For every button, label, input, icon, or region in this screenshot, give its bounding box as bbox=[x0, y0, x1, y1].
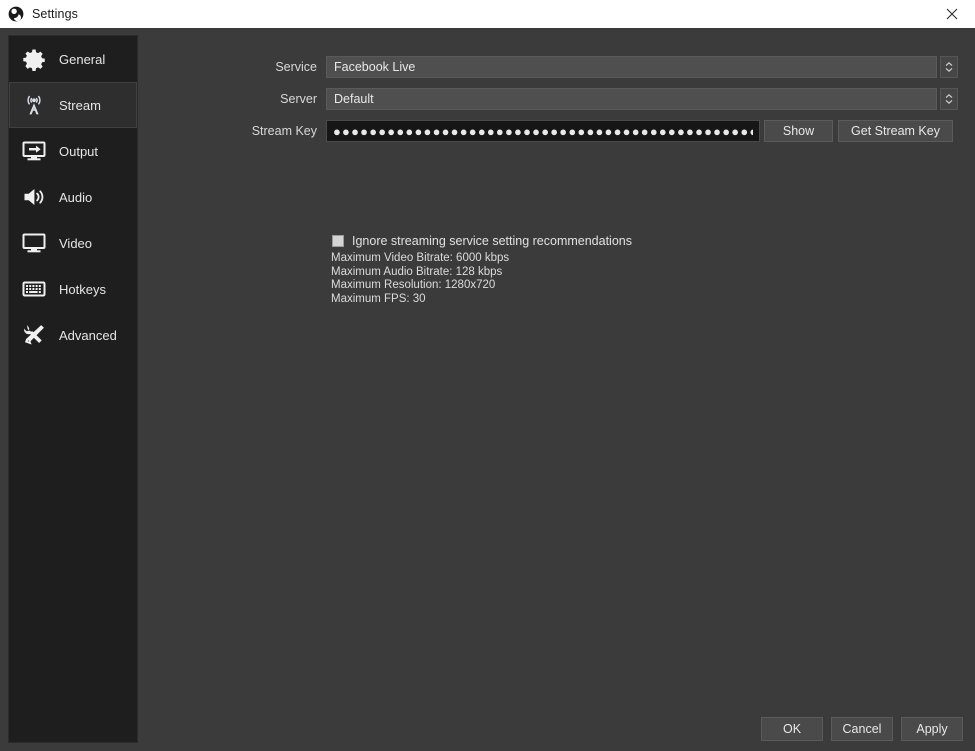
limit-line: Maximum FPS: 30 bbox=[331, 293, 509, 307]
chevron-up-down-icon[interactable] bbox=[940, 56, 958, 78]
sidebar-item-label: General bbox=[59, 52, 105, 67]
obs-logo-icon bbox=[8, 6, 24, 22]
limit-line: Maximum Audio Bitrate: 128 kbps bbox=[331, 266, 509, 280]
sidebar-item-label: Video bbox=[59, 236, 92, 251]
title-bar: Settings bbox=[0, 0, 975, 28]
ok-button[interactable]: OK bbox=[761, 717, 823, 741]
sidebar-item-video[interactable]: Video bbox=[9, 220, 137, 266]
keyboard-icon bbox=[19, 274, 49, 304]
ignore-recommendations-row[interactable]: Ignore streaming service setting recomme… bbox=[332, 234, 632, 248]
stream-key-value: ●●●●●●●●●●●●●●●●●●●●●●●●●●●●●●●●●●●●●●●●… bbox=[333, 125, 753, 138]
sidebar-item-general[interactable]: General bbox=[9, 36, 137, 82]
settings-sidebar: General Stream bbox=[8, 35, 138, 743]
gear-icon bbox=[19, 44, 49, 74]
stream-key-label: Stream Key bbox=[146, 124, 326, 138]
sidebar-item-advanced[interactable]: Advanced bbox=[9, 312, 137, 358]
stream-settings-panel: Service Facebook Live Server Default bbox=[146, 35, 967, 743]
monitor-arrow-icon bbox=[19, 136, 49, 166]
apply-button[interactable]: Apply bbox=[901, 717, 963, 741]
ignore-recommendations-checkbox[interactable] bbox=[332, 235, 344, 247]
show-stream-key-button[interactable]: Show bbox=[764, 120, 833, 142]
window-title: Settings bbox=[32, 7, 78, 21]
service-limits-info: Maximum Video Bitrate: 6000 kbps Maximum… bbox=[331, 252, 509, 306]
sidebar-item-label: Audio bbox=[59, 190, 92, 205]
server-row: Server Default bbox=[146, 88, 958, 110]
speaker-icon bbox=[19, 182, 49, 212]
monitor-icon bbox=[19, 228, 49, 258]
sidebar-item-hotkeys[interactable]: Hotkeys bbox=[9, 266, 137, 312]
settings-window: General Stream bbox=[0, 28, 975, 751]
cancel-button[interactable]: Cancel bbox=[831, 717, 893, 741]
ignore-recommendations-label: Ignore streaming service setting recomme… bbox=[352, 234, 632, 248]
sidebar-item-output[interactable]: Output bbox=[9, 128, 137, 174]
sidebar-item-stream[interactable]: Stream bbox=[9, 82, 137, 128]
get-stream-key-button[interactable]: Get Stream Key bbox=[838, 120, 953, 142]
service-row: Service Facebook Live bbox=[146, 56, 958, 78]
sidebar-item-label: Hotkeys bbox=[59, 282, 106, 297]
tools-icon bbox=[19, 320, 49, 350]
server-select[interactable]: Default bbox=[326, 88, 937, 110]
limit-line: Maximum Video Bitrate: 6000 kbps bbox=[331, 252, 509, 266]
sidebar-item-label: Advanced bbox=[59, 328, 117, 343]
stream-key-input[interactable]: ●●●●●●●●●●●●●●●●●●●●●●●●●●●●●●●●●●●●●●●●… bbox=[326, 120, 760, 142]
sidebar-item-audio[interactable]: Audio bbox=[9, 174, 137, 220]
limit-line: Maximum Resolution: 1280x720 bbox=[331, 279, 509, 293]
chevron-up-down-icon[interactable] bbox=[940, 88, 958, 110]
service-select[interactable]: Facebook Live bbox=[326, 56, 937, 78]
broadcast-icon bbox=[19, 90, 49, 120]
server-label: Server bbox=[146, 92, 326, 106]
close-icon[interactable] bbox=[929, 0, 975, 28]
sidebar-item-label: Stream bbox=[59, 98, 101, 113]
stream-key-row: Stream Key ●●●●●●●●●●●●●●●●●●●●●●●●●●●●●… bbox=[146, 120, 953, 142]
dialog-button-bar: OK Cancel Apply bbox=[753, 717, 963, 741]
sidebar-item-label: Output bbox=[59, 144, 98, 159]
service-label: Service bbox=[146, 60, 326, 74]
